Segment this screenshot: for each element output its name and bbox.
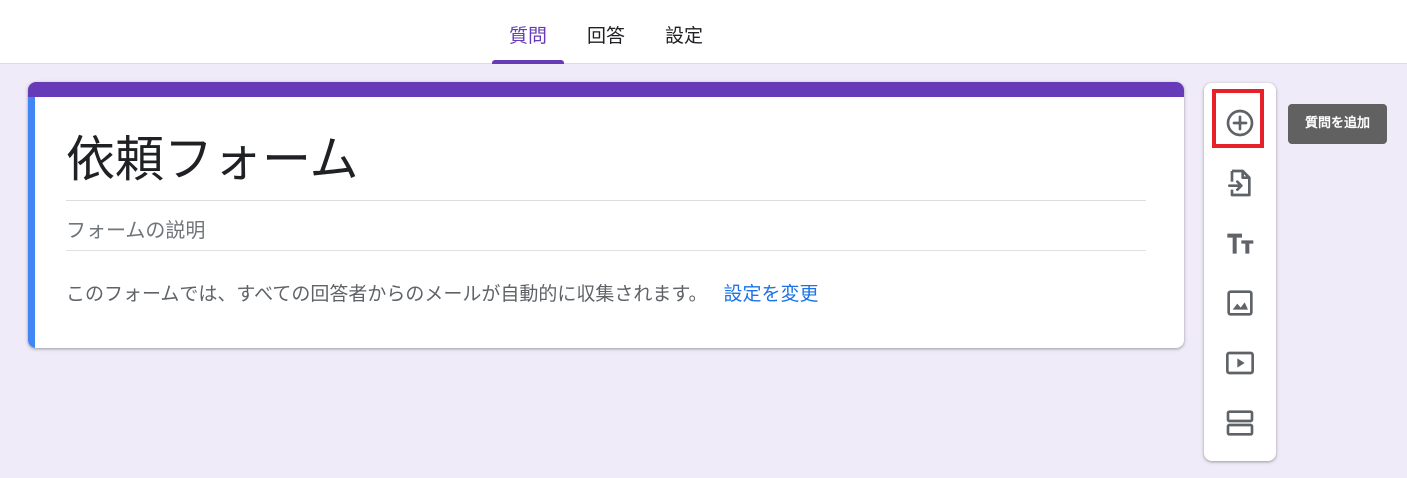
form-description-input[interactable]: フォームの説明 xyxy=(66,210,1146,251)
tab-responses[interactable]: 回答 xyxy=(572,0,640,64)
card-accent-bar xyxy=(28,82,1184,97)
video-icon xyxy=(1226,351,1254,375)
top-bar: 質問 回答 設定 xyxy=(0,0,1407,64)
floating-toolbar xyxy=(1204,83,1276,461)
active-tab-indicator xyxy=(492,60,564,64)
add-question-tooltip: 質問を追加 xyxy=(1288,104,1387,144)
import-questions-button[interactable] xyxy=(1216,159,1264,207)
add-section-button[interactable] xyxy=(1216,399,1264,447)
highlight-box xyxy=(1212,89,1264,148)
title-text-icon xyxy=(1227,233,1254,254)
tab-settings[interactable]: 設定 xyxy=(650,0,718,64)
image-icon xyxy=(1227,290,1253,316)
change-settings-link[interactable]: 設定を変更 xyxy=(723,283,818,305)
add-title-button[interactable] xyxy=(1216,219,1264,267)
import-questions-icon xyxy=(1228,169,1251,197)
add-video-button[interactable] xyxy=(1216,339,1264,387)
section-icon xyxy=(1226,410,1254,436)
form-title-input[interactable]: 依頼フォーム xyxy=(66,120,1146,201)
add-image-button[interactable] xyxy=(1216,279,1264,327)
email-notice-text: このフォームでは、すべての回答者からのメールが自動的に収集されます。 xyxy=(66,283,708,305)
form-header-card: 依頼フォーム フォームの説明 このフォームでは、すべての回答者からのメールが自動… xyxy=(28,82,1184,348)
card-focus-bar xyxy=(28,97,35,348)
email-collection-notice: このフォームでは、すべての回答者からのメールが自動的に収集されます。 設定を変更 xyxy=(66,274,818,314)
tab-questions[interactable]: 質問 xyxy=(492,0,564,64)
